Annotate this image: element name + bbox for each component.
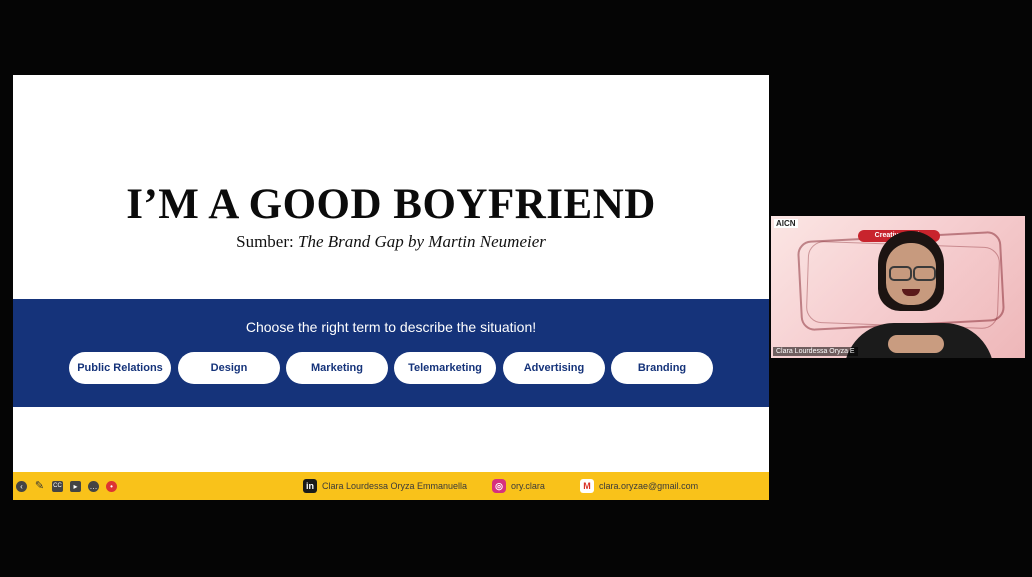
slide-footer: ‹ ✎ CC ▸ … • in Clara Lourdessa Oryza Em… — [13, 472, 769, 500]
glasses-icon — [888, 266, 936, 281]
more-icon[interactable]: … — [88, 481, 99, 492]
option-branding[interactable]: Branding — [611, 352, 713, 384]
option-marketing[interactable]: Marketing — [286, 352, 388, 384]
source-book: The Brand Gap by Martin Neumeier — [297, 232, 546, 251]
participant-avatar — [844, 231, 994, 358]
linkedin-text: Clara Lourdessa Oryza Emmanuella — [322, 481, 468, 491]
source-prefix: Sumber: — [236, 232, 294, 251]
linkedin-icon: in — [303, 479, 317, 493]
meeting-window: I’M A GOOD BOYFRIEND Sumber: The Brand G… — [0, 0, 1032, 577]
participant-name: Clara Lourdessa Oryza E — [773, 347, 858, 356]
option-advertising[interactable]: Advertising — [503, 352, 605, 384]
contact-linkedin[interactable]: in Clara Lourdessa Oryza Emmanuella — [303, 478, 467, 494]
event-logo: AICN — [774, 219, 798, 228]
slide-title: I’M A GOOD BOYFRIEND — [126, 181, 656, 228]
captions-icon[interactable]: CC — [52, 481, 63, 492]
contact-gmail[interactable]: M clara.oryzae@gmail.com — [580, 478, 698, 494]
question-prompt: Choose the right term to describe the si… — [245, 319, 537, 335]
gmail-text: clara.oryzae@gmail.com — [599, 481, 699, 491]
gmail-icon: M — [580, 479, 594, 493]
option-public-relations[interactable]: Public Relations — [69, 352, 171, 384]
participant-video-tile[interactable]: AICN Creative Clinic Transform Y... Dig.… — [771, 216, 1025, 358]
option-telemarketing[interactable]: Telemarketing — [394, 352, 496, 384]
pointer-icon[interactable]: • — [106, 481, 117, 492]
contact-instagram[interactable]: ◎ ory.clara — [492, 478, 545, 494]
pen-icon[interactable]: ✎ — [34, 481, 45, 492]
question-band: Choose the right term to describe the si… — [13, 299, 769, 407]
instagram-text: ory.clara — [511, 481, 545, 491]
shared-slide: I’M A GOOD BOYFRIEND Sumber: The Brand G… — [13, 75, 769, 500]
back-icon[interactable]: ‹ — [16, 481, 27, 492]
instagram-icon: ◎ — [492, 479, 506, 493]
answer-options: Public Relations Design Marketing Telema… — [69, 352, 719, 384]
video-icon[interactable]: ▸ — [70, 481, 81, 492]
option-design[interactable]: Design — [178, 352, 280, 384]
slide-source: Sumber: The Brand Gap by Martin Neumeier — [13, 232, 769, 252]
